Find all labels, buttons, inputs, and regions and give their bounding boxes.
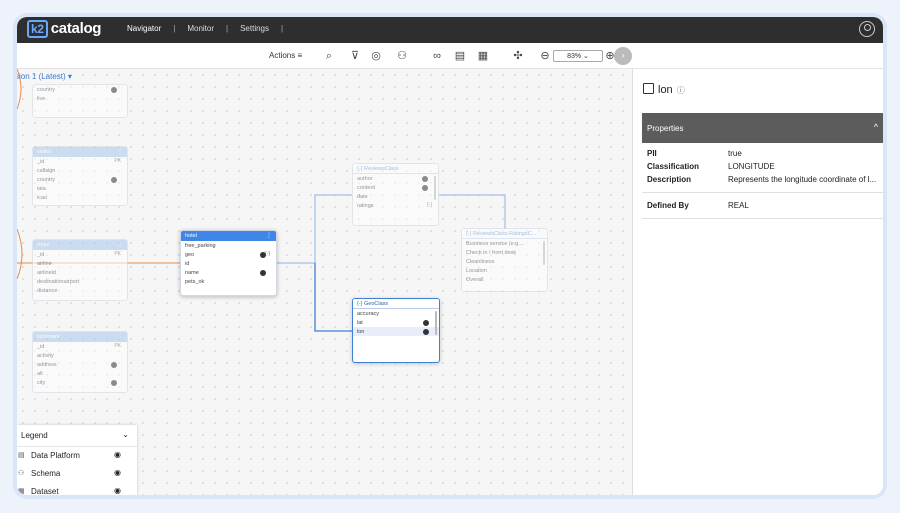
- filter-icon[interactable]: ⊽: [348, 49, 362, 63]
- card-visitor[interactable]: visitor ⋮ _id PK callsign country iata ica…: [32, 146, 128, 206]
- user-avatar-icon[interactable]: [859, 21, 875, 37]
- details-panel: lon ⓘ Properties ^ PII true Classification L…: [632, 69, 883, 495]
- schema-icon: ⚇: [18, 470, 25, 477]
- properties-list: PII true Classification LONGITUDE Descript…: [642, 149, 883, 227]
- chart-icon[interactable]: ▤: [453, 49, 467, 63]
- field-row[interactable]: alt: [33, 369, 127, 378]
- field-row[interactable]: date: [353, 192, 438, 201]
- app-window: k2 catalog Navigator | Monitor | Settings…: [17, 17, 883, 495]
- field-row[interactable]: name: [181, 268, 276, 277]
- field-row[interactable]: address: [33, 360, 127, 369]
- field-row[interactable]: author: [353, 174, 438, 183]
- chevron-down-icon[interactable]: ⌄: [122, 430, 129, 439]
- prop-pii: PII true: [647, 149, 742, 158]
- legend-item-data-platform: ▤ Data Platform ◉: [18, 450, 121, 460]
- field-row[interactable]: Overall: [462, 275, 547, 284]
- field-row[interactable]: airline: [33, 259, 127, 268]
- field-row[interactable]: Business service (e.g....: [462, 239, 547, 248]
- field-row[interactable]: Location: [462, 266, 547, 275]
- field-row[interactable]: pets_ok: [181, 277, 276, 286]
- eye-icon[interactable]: ◉: [114, 468, 121, 477]
- field-row[interactable]: id: [181, 259, 276, 268]
- field-row[interactable]: lat: [353, 318, 439, 327]
- field-row[interactable]: Cleanliness: [462, 257, 547, 266]
- field-row[interactable]: airlineid: [33, 268, 127, 277]
- prop-classification: Classification LONGITUDE: [647, 162, 775, 171]
- info-icon[interactable]: ⓘ: [677, 86, 685, 95]
- graph-canvas[interactable]: sion 1 (Latest) ▾ country live visitor ⋮ …: [17, 69, 632, 495]
- field-row[interactable]: _id PK: [33, 250, 127, 259]
- card-route[interactable]: route ⋮ _id PK airline airlineid destinati…: [32, 239, 128, 301]
- field-row[interactable]: callsign: [33, 166, 127, 175]
- toolbar: Actions ≡ ⌕ ⊽ ◎ ⚇ ∞ ▤ ▦ ✣ ⊖ 83% ⌄ ⊕: [17, 43, 883, 69]
- nav-monitor[interactable]: Monitor: [187, 24, 214, 33]
- field-row[interactable]: geo {-}: [181, 250, 276, 259]
- card-title: visitor: [37, 149, 52, 155]
- eye-icon[interactable]: ◉: [114, 486, 121, 495]
- legend-panel: Legend ⌄ ▤ Data Platform ◉ ⚇ Schema ◉ ▦ Datase…: [17, 425, 137, 495]
- field-row-selected[interactable]: lon: [353, 327, 439, 336]
- chevron-up-icon[interactable]: ^: [874, 122, 878, 132]
- prop-description: Description Represents the longitude coor…: [647, 175, 877, 184]
- eye-icon[interactable]: ◉: [114, 450, 121, 459]
- data-platform-icon: ▤: [18, 452, 25, 459]
- binoculars-icon[interactable]: ∞: [430, 49, 444, 63]
- layout-icon[interactable]: ✣: [511, 49, 525, 63]
- field-row[interactable]: accuracy: [353, 309, 439, 318]
- card-title: route: [37, 242, 50, 248]
- zoom-select[interactable]: 83% ⌄: [553, 50, 603, 62]
- card-title: landmark: [37, 334, 60, 340]
- field-row[interactable]: icao: [33, 193, 127, 202]
- card-title: {-} GeoClass: [357, 301, 389, 307]
- field-row[interactable]: activity: [33, 351, 127, 360]
- field-row[interactable]: _id PK: [33, 157, 127, 166]
- dataset-icon: ▦: [18, 488, 25, 495]
- card-title: {-} ReviewsClass: [357, 166, 399, 172]
- field-row[interactable]: distance: [33, 286, 127, 295]
- actions-menu[interactable]: Actions ≡: [269, 51, 302, 60]
- card-landmark[interactable]: landmark ⋮ _id PK activity address alt cit…: [32, 331, 128, 393]
- hide-icon[interactable]: ◎: [369, 49, 383, 63]
- card-title: {-} ReviewsClass.RatingsC...: [466, 231, 537, 237]
- card-title: hotel: [185, 233, 197, 239]
- search-icon[interactable]: ⌕: [322, 49, 336, 63]
- field-row[interactable]: city: [33, 378, 127, 387]
- field-row[interactable]: Check in / front desk: [462, 248, 547, 257]
- legend-item-dataset: ▦ Dataset ◉: [18, 486, 121, 495]
- field-row[interactable]: _id PK: [33, 342, 127, 351]
- properties-section-header[interactable]: Properties ^: [642, 113, 883, 143]
- field-row[interactable]: destinationairport: [33, 277, 127, 286]
- main-nav: Navigator | Monitor | Settings |: [127, 24, 284, 33]
- table-icon[interactable]: ▦: [476, 49, 490, 63]
- top-bar: k2 catalog Navigator | Monitor | Settings…: [17, 17, 883, 43]
- prop-defined-by: Defined By REAL: [647, 201, 749, 210]
- field-row[interactable]: free_parking: [181, 241, 276, 250]
- card-ratings-class[interactable]: {-} ReviewsClass.RatingsC... Business se…: [461, 228, 548, 292]
- nav-navigator[interactable]: Navigator: [127, 24, 161, 33]
- card-geo-class[interactable]: {-} GeoClass accuracy lat lon: [352, 298, 440, 363]
- field-icon: [643, 83, 654, 94]
- card-hotel[interactable]: hotel ⋮ free_parking geo {-} id name pets_…: [180, 230, 277, 296]
- nav-settings[interactable]: Settings: [240, 24, 269, 33]
- version-selector[interactable]: sion 1 (Latest) ▾: [17, 72, 72, 81]
- logo: k2 catalog: [27, 20, 101, 38]
- card-reviews-class[interactable]: {-} ReviewsClass author content date rat…: [352, 163, 439, 226]
- field-row[interactable]: iata: [33, 184, 127, 193]
- field-row[interactable]: ratings {-}: [353, 201, 438, 210]
- field-row[interactable]: country: [33, 85, 127, 94]
- legend-item-schema: ⚇ Schema ◉: [18, 468, 121, 478]
- field-row[interactable]: live: [33, 94, 127, 103]
- panel-title: lon ⓘ: [643, 83, 685, 96]
- hierarchy-icon[interactable]: ⚇: [395, 49, 409, 63]
- zoom-out-icon[interactable]: ⊖: [538, 49, 552, 63]
- collapse-panel-button[interactable]: ›: [614, 47, 632, 65]
- card-top-left[interactable]: country live: [32, 84, 128, 118]
- legend-header[interactable]: Legend ⌄: [17, 425, 137, 447]
- field-row[interactable]: country: [33, 175, 127, 184]
- field-row[interactable]: content: [353, 183, 438, 192]
